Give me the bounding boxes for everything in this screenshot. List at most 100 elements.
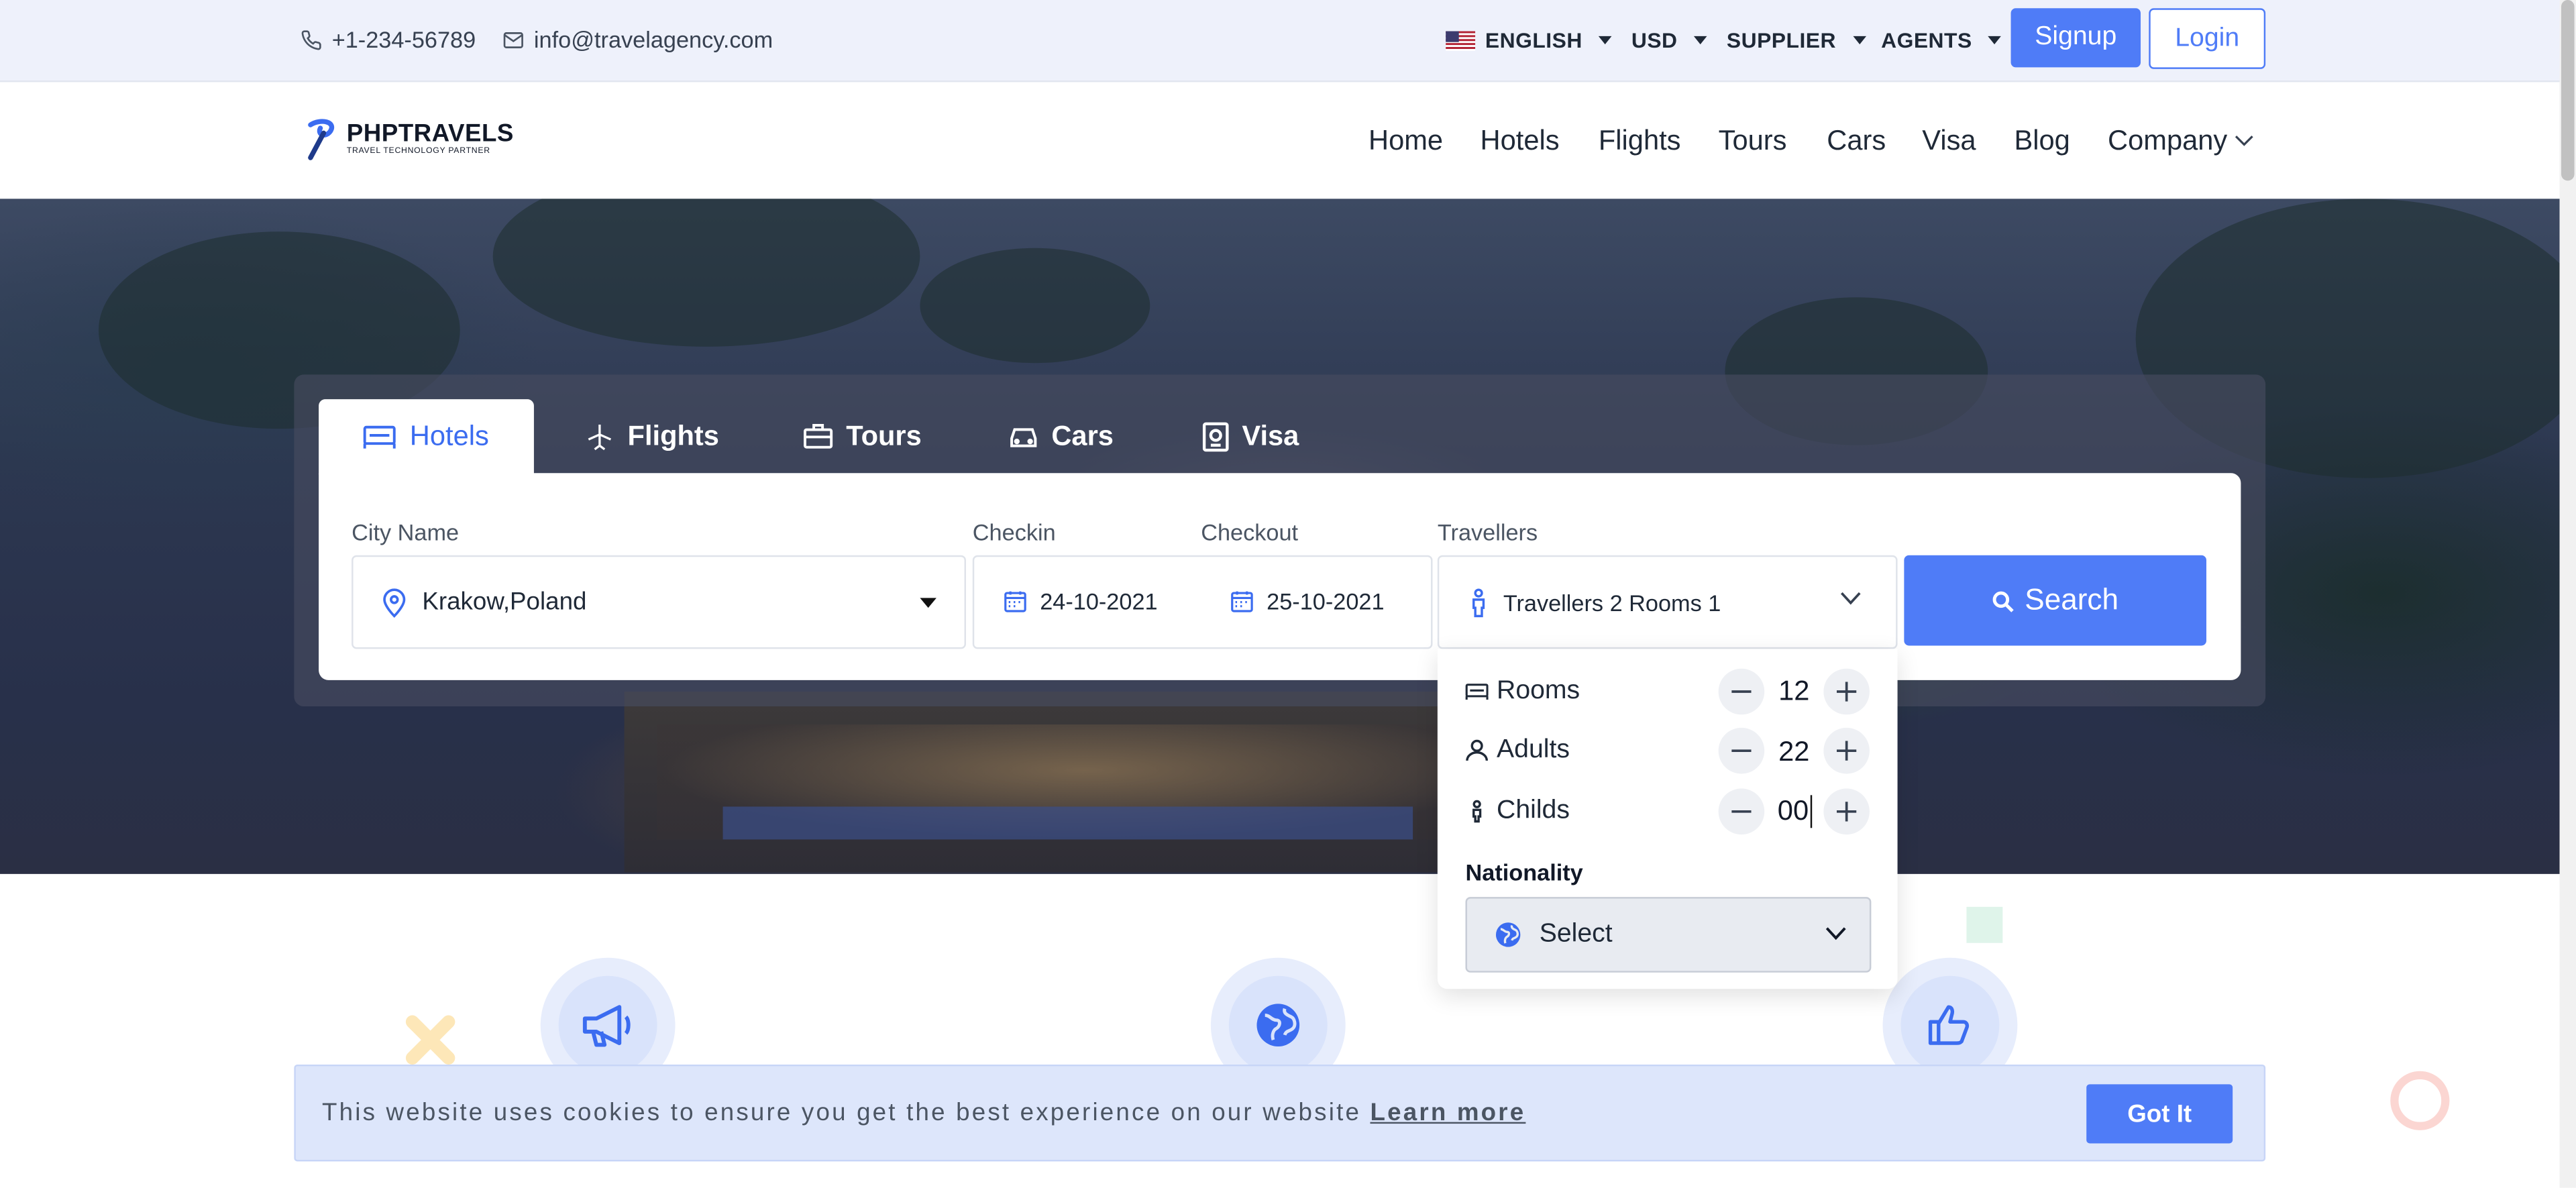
childs-value[interactable]: 00 [1778,795,1813,828]
currency-dropdown[interactable]: USD [1631,28,1707,53]
checkin-input[interactable]: 24-10-2021 [974,557,1197,644]
nationality-label: Nationality [1465,859,1583,886]
nav-cars[interactable]: Cars [1827,125,1886,158]
tab-flights-label: Flights [627,420,719,452]
tab-tours[interactable]: Tours [804,399,922,475]
checkout-input[interactable]: 25-10-2021 [1201,557,1424,644]
city-select[interactable]: Krakow,Poland [352,555,967,649]
checkin-value: 24-10-2021 [1040,587,1158,614]
tab-visa[interactable]: Visa [1202,399,1299,475]
chevron-down-icon [2234,135,2253,148]
passport-icon [1202,422,1229,452]
bed-icon [364,424,396,450]
decorative-ring-shape [2390,1071,2450,1130]
travellers-label: Travellers [1437,519,1538,546]
adults-increment-button[interactable] [1823,727,1870,774]
us-flag-icon [1446,30,1476,50]
search-button-label: Search [2025,583,2118,616]
user-icon [1465,739,1489,762]
caret-down-icon [1988,36,2002,45]
nav-visa[interactable]: Visa [1922,125,1976,158]
phone-number: +1-234-56789 [331,26,476,53]
childs-increment-button[interactable] [1823,788,1870,835]
thumbs-up-icon [1927,1002,1974,1048]
chevron-down-icon [1840,592,1862,606]
globe-icon [1255,1002,1301,1048]
brand-name: PHPTRAVELS [346,119,514,148]
nav-tours[interactable]: Tours [1719,125,1787,158]
cookie-message: This website uses cookies to ensure you … [322,1099,1525,1127]
chevron-down-icon [1825,926,1847,941]
email-address: info@travelagency.com [533,26,773,53]
nav-hotels[interactable]: Hotels [1481,125,1560,158]
child-icon [1465,800,1488,823]
travellers-dropdown-toggle[interactable]: Travellers 2 Rooms 1 [1437,555,1898,649]
calendar-icon [1230,589,1253,612]
got-it-button[interactable]: Got It [2086,1084,2233,1144]
checkout-value: 25-10-2021 [1267,587,1385,614]
logo-icon [304,118,340,161]
plane-icon [585,422,614,451]
cookie-message-text: This website uses cookies to ensure you … [322,1099,1362,1128]
agents-label: AGENTS [1881,28,1972,53]
tab-hotels[interactable]: Hotels [319,399,534,475]
nav-blog[interactable]: Blog [2014,125,2070,158]
city-value: Krakow,Poland [422,588,587,616]
rooms-value[interactable]: 12 [1771,676,1817,708]
checkin-label: Checkin [972,519,1056,546]
location-pin-icon [383,588,406,617]
briefcase-icon [804,424,833,450]
tab-hotels-label: Hotels [409,420,489,452]
bed-icon [1465,682,1489,701]
brand-tagline: TRAVEL TECHNOLOGY PARTNER [346,146,490,156]
login-button[interactable]: Login [2149,8,2266,69]
megaphone-icon [580,1002,635,1048]
tab-visa-label: Visa [1242,420,1299,452]
childs-label: Childs [1497,796,1570,825]
caret-down-icon [1852,36,1866,45]
brand-logo[interactable]: PHPTRAVELS TRAVEL TECHNOLOGY PARTNER [304,118,514,161]
learn-more-link[interactable]: Learn more [1370,1099,1525,1127]
globe-icon [1495,922,1521,948]
currency-label: USD [1631,28,1678,53]
language-dropdown[interactable]: ENGLISH [1446,28,1612,52]
decorative-square-shape [1966,906,2003,943]
tab-cars-label: Cars [1051,420,1114,452]
search-button[interactable]: Search [1904,555,2206,646]
caret-down-icon [1694,36,1707,45]
adults-decrement-button[interactable] [1718,727,1765,774]
nationality-select[interactable]: Select [1465,897,1872,973]
rooms-label: Rooms [1497,676,1580,705]
nationality-value: Select [1539,920,1613,949]
mail-icon [502,29,524,50]
phone-icon [301,29,322,50]
tab-flights[interactable]: Flights [585,399,719,475]
childs-decrement-button[interactable] [1718,788,1765,835]
tab-cars[interactable]: Cars [1009,399,1114,475]
travellers-value: Travellers 2 Rooms 1 [1503,588,1721,616]
car-icon [1009,424,1038,450]
decorative-x-shape [404,1014,456,1066]
adults-value[interactable]: 22 [1771,736,1817,769]
nav-home[interactable]: Home [1368,125,1443,158]
rooms-decrement-button[interactable] [1718,668,1765,715]
nav-company-label: Company [2108,125,2228,156]
city-label: City Name [352,519,460,546]
adults-label: Adults [1497,736,1570,764]
nav-flights[interactable]: Flights [1599,125,1681,158]
scrollbar-thumb[interactable] [2561,0,2575,181]
email-contact[interactable]: info@travelagency.com [502,26,773,52]
checkout-label: Checkout [1201,519,1299,546]
person-icon [1470,588,1487,617]
phone-contact[interactable]: +1-234-56789 [301,26,476,52]
signup-button[interactable]: Signup [2010,8,2141,68]
search-icon [1992,589,2015,612]
calendar-icon [1004,589,1026,612]
rooms-increment-button[interactable] [1823,668,1870,715]
tab-tours-label: Tours [846,420,922,452]
nav-company[interactable]: Company [2108,125,2253,158]
supplier-label: SUPPLIER [1726,28,1837,53]
caret-down-icon [920,598,936,608]
agents-dropdown[interactable]: AGENTS [1881,28,2002,53]
supplier-dropdown[interactable]: SUPPLIER [1726,28,1866,53]
